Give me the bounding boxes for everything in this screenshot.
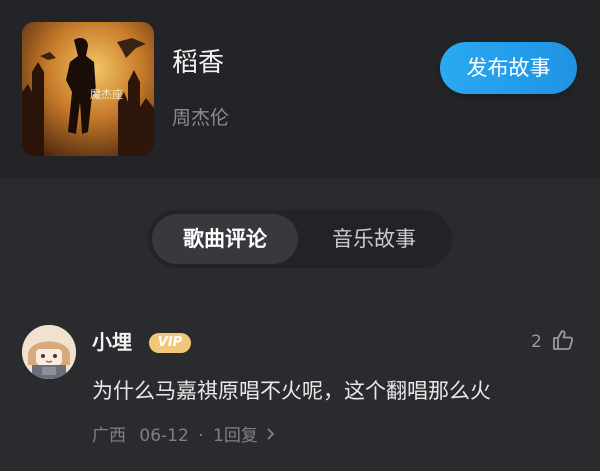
meta-separator: · xyxy=(198,426,204,446)
comment-text: 为什么马嘉祺原唱不火呢，这个翻唱那么火 xyxy=(92,379,491,403)
tab-switcher: 歌曲评论 音乐故事 xyxy=(148,210,452,268)
avatar-image xyxy=(22,325,76,379)
like-count: 2 xyxy=(531,332,542,352)
comment-meta: 广西 06-12 · 1回复 xyxy=(92,423,275,449)
avatar[interactable] xyxy=(22,325,76,379)
tab-music-stories[interactable]: 音乐故事 xyxy=(300,214,448,264)
artist-name[interactable]: 周杰伦 xyxy=(172,104,229,132)
comment-username[interactable]: 小埋 xyxy=(92,328,132,356)
thumbs-up-icon[interactable] xyxy=(551,328,575,352)
chevron-right-icon[interactable] xyxy=(265,423,275,449)
album-cover-art: 魔杰座 xyxy=(22,22,154,156)
album-cover[interactable]: 魔杰座 xyxy=(22,22,154,156)
reply-count-link[interactable]: 1回复 xyxy=(213,423,258,449)
tab-song-comments[interactable]: 歌曲评论 xyxy=(152,214,298,264)
comment-location: 广西 xyxy=(92,426,126,446)
comment-date: 06-12 xyxy=(139,426,189,446)
publish-story-button[interactable]: 发布故事 xyxy=(440,42,577,94)
vip-badge: VIP xyxy=(149,333,191,353)
cover-title-text: 魔杰座 xyxy=(90,87,123,101)
song-title: 稻香 xyxy=(172,48,225,78)
